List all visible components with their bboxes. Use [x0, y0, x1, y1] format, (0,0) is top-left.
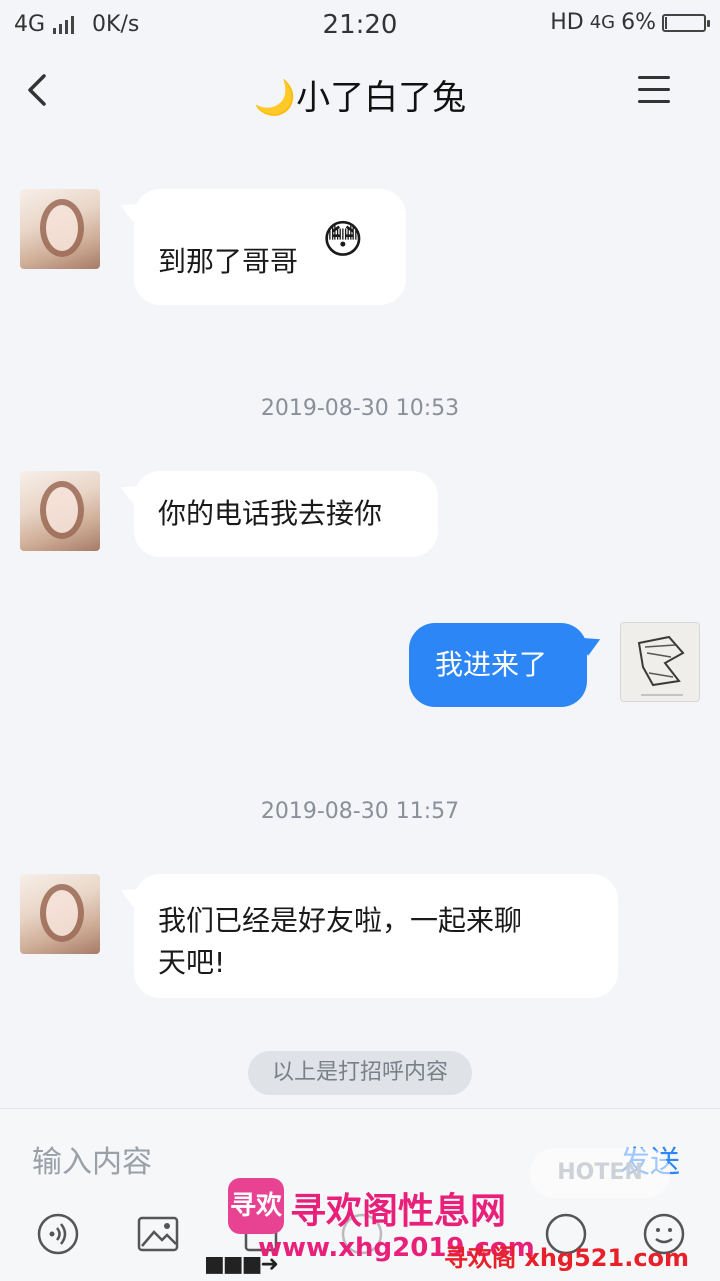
message-text: 你的电话我去接你: [158, 497, 383, 530]
greeting-hint: 以上是打招呼内容: [248, 1051, 472, 1095]
message-text: 到那了哥哥: [158, 245, 299, 278]
chat-title: 🌙小了白了兔: [253, 78, 467, 118]
flushed-emoji-icon: 😳: [322, 217, 364, 263]
message-text-line: 天吧!: [158, 946, 226, 979]
message-bubble: 我们已经是好友啦，一起来聊 天吧!: [134, 874, 618, 998]
message-bubble: 你的电话我去接你: [134, 471, 438, 557]
sketch-image-icon: [637, 635, 685, 696]
battery-icon: [662, 13, 710, 32]
voice-icon[interactable]: [36, 1212, 80, 1256]
battery-percent: 6%: [621, 10, 656, 35]
watermark-logo: 寻欢: [228, 1178, 284, 1234]
message-bubble: 到那了哥哥 😳: [134, 189, 406, 305]
message-bubble-self: 我进来了: [409, 623, 587, 707]
status-bar: 4G 0K/s 21:20 HD 4G 6%: [0, 0, 720, 52]
self-avatar[interactable]: [620, 622, 700, 702]
chat-header: 🌙小了白了兔: [0, 52, 720, 132]
avatar[interactable]: [20, 874, 100, 954]
hd-label: HD: [550, 10, 584, 35]
menu-icon[interactable]: [638, 76, 670, 104]
message-input[interactable]: 输入内容: [32, 1137, 152, 1181]
timestamp: 2019-08-30 10:53: [260, 396, 460, 421]
timestamp: 2019-08-30 11:57: [260, 799, 460, 824]
avatar[interactable]: [20, 471, 100, 551]
watermark-url-secondary: 寻欢阁 xhg521.com: [444, 1244, 690, 1272]
message-text-line: 我们已经是好友啦，一起来聊: [158, 904, 523, 937]
watermark-site-name: 寻欢阁性息网: [290, 1191, 507, 1232]
avatar[interactable]: [20, 189, 100, 269]
image-icon[interactable]: [136, 1212, 180, 1256]
network-right-label: 4G: [589, 12, 616, 33]
watermark-faded: HOTEN: [530, 1148, 670, 1198]
message-text: 我进来了: [435, 648, 548, 681]
